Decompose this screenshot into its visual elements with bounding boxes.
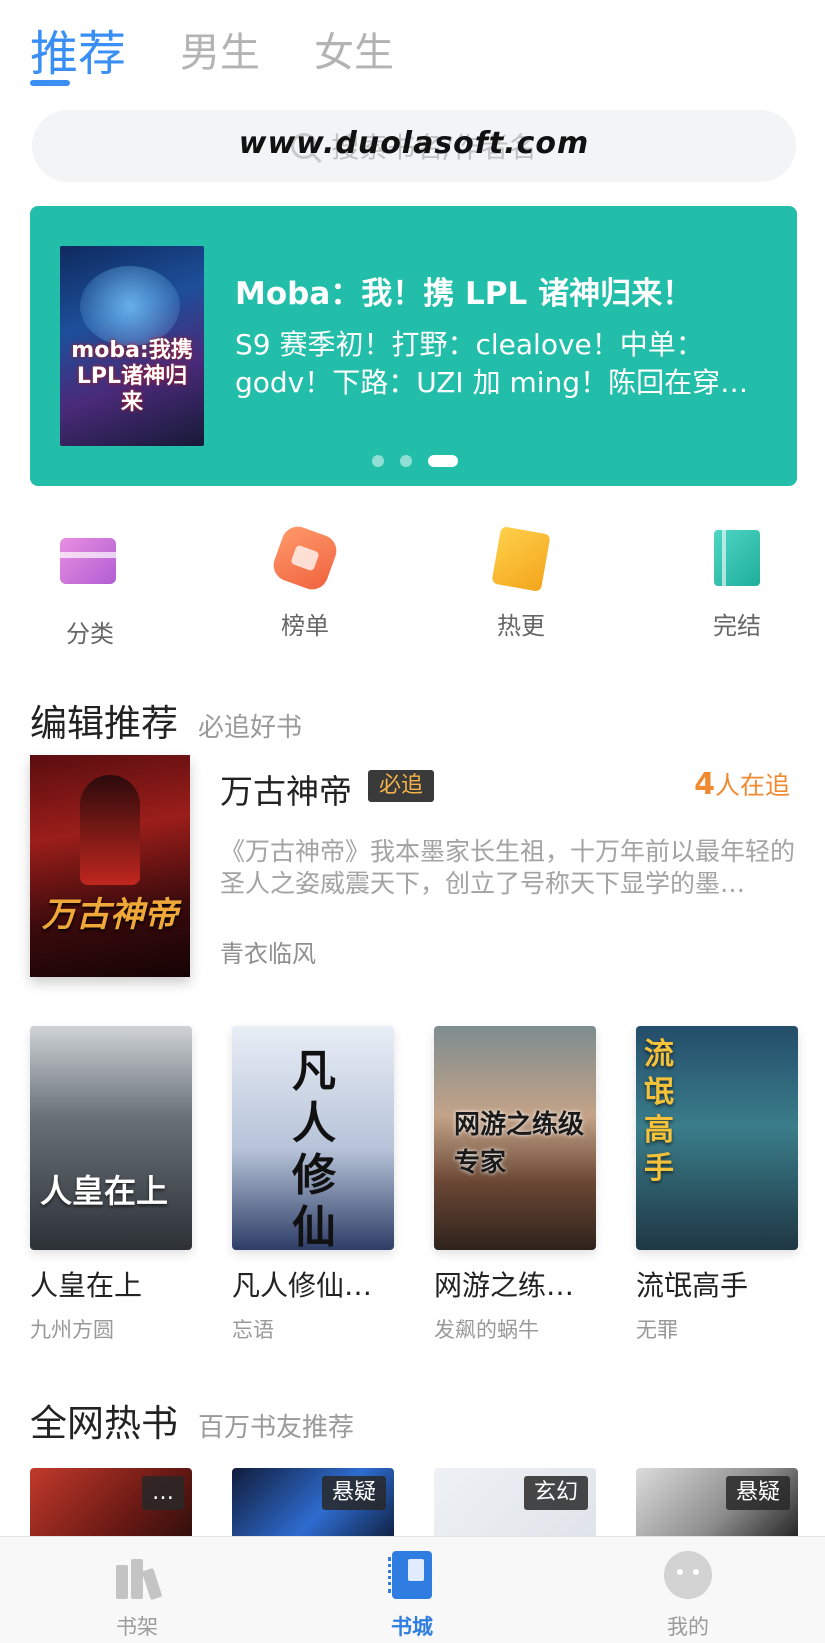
active-tab-indicator <box>30 80 70 86</box>
featured-cover-text: 万古神帝 <box>42 895 178 935</box>
banner-book-cover[interactable]: moba:我携LPL诸神归来 <box>60 246 204 446</box>
book-card[interactable]: 凡人修仙 凡人修仙… 忘语 <box>232 1026 394 1344</box>
carousel-dots <box>372 454 474 468</box>
search-bar[interactable]: 搜索书名/作者名 www.duolasoft.com <box>32 110 796 182</box>
book-cover[interactable]: 凡人修仙 <box>232 1026 394 1250</box>
section-subtitle: 百万书友推荐 <box>198 1413 355 1443</box>
tab-recommend[interactable]: 推荐 <box>30 14 126 84</box>
quick-item-ranking[interactable]: 榜单 <box>245 522 365 641</box>
featured-book-cover[interactable]: 万古神帝 <box>30 755 190 977</box>
genre-tag: 玄幻 <box>523 1476 588 1510</box>
genre-tag: 悬疑 <box>321 1476 386 1510</box>
completed-icon <box>714 530 760 586</box>
category-icon <box>60 538 116 584</box>
section-title: 编辑推荐 <box>30 702 178 745</box>
readers-count: 4 人在追 <box>694 766 790 802</box>
section-title: 全网热书 <box>30 1402 178 1445</box>
featured-book-title[interactable]: 万古神帝 <box>220 765 352 813</box>
cover-text: 网游之练级专家 <box>454 1110 585 1178</box>
quick-item-completed[interactable]: 完结 <box>677 530 797 641</box>
ranking-icon <box>269 522 341 594</box>
tab-male[interactable]: 男生 <box>180 20 260 78</box>
featured-book-description: 《万古神帝》我本墨家长生祖，十万年前以最年轻的圣人之姿威震天下，创立了号称天下显… <box>220 837 795 898</box>
must-read-badge: 必追 <box>368 770 434 802</box>
book-author: 忘语 <box>232 1318 274 1342</box>
quick-item-label: 完结 <box>713 612 761 640</box>
banner-description: S9 赛季初！打野：clealove！中单：godv！下路：UZI 加 ming… <box>235 328 749 399</box>
hot-update-icon <box>491 526 551 592</box>
banner-carousel[interactable]: moba:我携LPL诸神归来 Moba：我！携 LPL 诸神归来！ S9 赛季初… <box>30 206 797 486</box>
cover-text: 人皇在上 <box>40 1172 169 1210</box>
readers-suffix: 人在追 <box>714 771 790 800</box>
featured-book-author: 青衣临风 <box>220 940 316 968</box>
section-subtitle: 必追好书 <box>198 713 303 743</box>
book-card[interactable]: 流氓高手 流氓高手 无罪 <box>636 1026 798 1344</box>
book-title: 凡人修仙… <box>232 1269 373 1302</box>
book-author: 九州方圆 <box>30 1318 114 1342</box>
nav-bookstore[interactable]: 书城 <box>352 1551 472 1641</box>
banner-title[interactable]: Moba：我！携 LPL 诸神归来！ <box>235 268 693 313</box>
quick-item-label: 分类 <box>66 620 114 648</box>
watermark: www.duolasoft.com <box>238 126 590 161</box>
nav-label: 书架 <box>116 1615 158 1639</box>
book-cover[interactable]: 网游之练级专家 <box>434 1026 596 1250</box>
cover-text: 凡人修仙 <box>292 1046 336 1250</box>
top-tabs: 推荐 男生 女生 <box>30 8 790 88</box>
genre-tag: … <box>142 1476 184 1510</box>
banner-cover-text: moba:我携LPL诸神归来 <box>71 338 193 415</box>
book-title: 人皇在上 <box>30 1269 143 1302</box>
book-author: 发飙的蜗牛 <box>434 1318 539 1342</box>
carousel-dot-active[interactable] <box>428 455 458 467</box>
book-card[interactable]: 人皇在上 人皇在上 九州方圆 <box>30 1026 192 1344</box>
bookstore-icon <box>388 1551 432 1599</box>
book-cover[interactable]: 人皇在上 <box>30 1026 192 1250</box>
carousel-dot[interactable] <box>372 455 384 467</box>
bookshelf-icon <box>112 1551 163 1601</box>
book-card[interactable]: 网游之练级专家 网游之练… 发飙的蜗牛 <box>434 1026 596 1344</box>
editor-section-header: 编辑推荐 必追好书 <box>30 693 302 747</box>
nav-profile[interactable]: 我的 <box>628 1551 748 1641</box>
quick-item-label: 热更 <box>497 612 545 640</box>
quick-item-label: 榜单 <box>281 612 329 640</box>
bottom-nav: 书架 书城 我的 <box>0 1536 825 1643</box>
hot-section-header: 全网热书 百万书友推荐 <box>30 1393 354 1447</box>
quick-item-category[interactable]: 分类 <box>30 530 150 649</box>
profile-icon <box>664 1551 712 1599</box>
readers-number: 4 <box>694 767 715 802</box>
book-cover[interactable]: 流氓高手 <box>636 1026 798 1250</box>
nav-label: 我的 <box>667 1615 709 1639</box>
nav-label: 书城 <box>391 1615 433 1639</box>
book-title: 网游之练… <box>434 1269 575 1302</box>
cover-text: 流氓高手 <box>644 1037 674 1186</box>
book-title: 流氓高手 <box>636 1269 749 1302</box>
book-author: 无罪 <box>636 1318 678 1342</box>
quick-item-hot-update[interactable]: 热更 <box>461 526 581 641</box>
genre-tag: 悬疑 <box>725 1476 790 1510</box>
carousel-dot[interactable] <box>400 455 412 467</box>
tab-female[interactable]: 女生 <box>314 20 394 78</box>
nav-bookshelf[interactable]: 书架 <box>77 1551 197 1641</box>
quick-menu: 分类 榜单 热更 完结 <box>0 522 825 650</box>
